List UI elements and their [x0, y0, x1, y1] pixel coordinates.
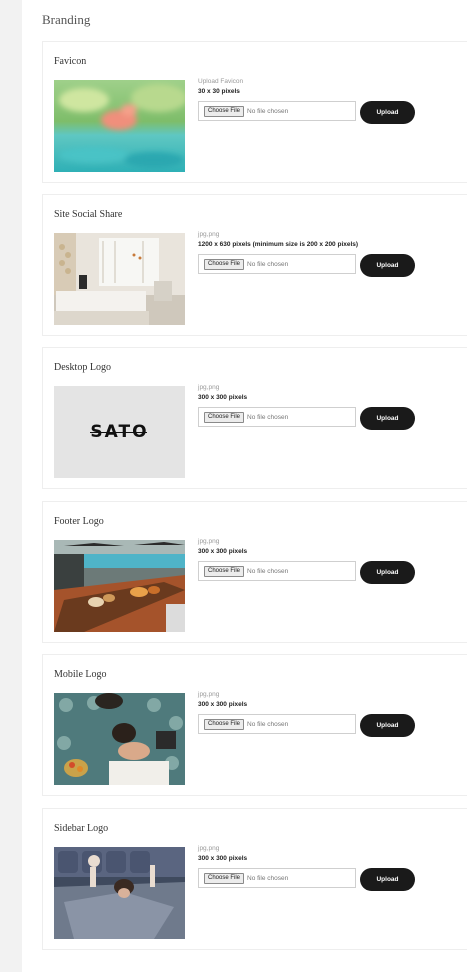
site-social-share-card: Site Social Share jpg,png 1200 x 630 pix… — [42, 194, 467, 336]
card-title: Favicon — [54, 56, 87, 67]
sidebar-logo-card: Sidebar Logo jpg,png 300 x 300 pixels Ch… — [42, 808, 467, 950]
choose-file-button[interactable]: Choose File — [204, 718, 245, 730]
favicon-preview-image — [54, 80, 185, 172]
upload-button[interactable]: Upload — [360, 561, 415, 584]
file-types-label: jpg,png — [198, 845, 220, 852]
no-file-text: No file chosen — [247, 107, 289, 115]
no-file-text: No file chosen — [247, 720, 289, 728]
mobile-logo-card: Mobile Logo jpg,png 300 x 300 pixels Cho… — [42, 654, 467, 796]
file-types-label: Upload Favicon — [198, 78, 244, 85]
upload-button[interactable]: Upload — [360, 101, 415, 124]
upload-button[interactable]: Upload — [360, 254, 415, 277]
file-types-label: jpg,png — [198, 384, 220, 391]
branding-panel: Branding Favicon Upload Favicon 30 x 30 … — [22, 0, 467, 972]
footer-logo-preview-image — [54, 540, 185, 632]
no-file-text: No file chosen — [247, 413, 289, 421]
dimensions-label: 300 x 300 pixels — [198, 394, 248, 401]
file-input[interactable]: Choose File No file chosen — [198, 101, 356, 121]
upload-button[interactable]: Upload — [360, 714, 415, 737]
favicon-card: Favicon Upload Favicon 30 x 30 pixels Ch… — [42, 41, 467, 183]
file-types-label: jpg,png — [198, 231, 220, 238]
choose-file-button[interactable]: Choose File — [204, 105, 245, 117]
card-title: Site Social Share — [54, 209, 123, 220]
mobile-logo-preview-image — [54, 693, 185, 785]
no-file-text: No file chosen — [247, 874, 289, 882]
desktop-logo-preview-image: SATO — [54, 386, 185, 478]
card-title: Sidebar Logo — [54, 823, 109, 834]
file-input[interactable]: Choose File No file chosen — [198, 714, 356, 734]
dimensions-label: 300 x 300 pixels — [198, 855, 248, 862]
upload-button[interactable]: Upload — [360, 407, 415, 430]
desktop-logo-card: Desktop Logo SATO jpg,png 300 x 300 pixe… — [42, 347, 467, 489]
choose-file-button[interactable]: Choose File — [204, 872, 245, 884]
choose-file-button[interactable]: Choose File — [204, 411, 245, 423]
choose-file-button[interactable]: Choose File — [204, 258, 245, 270]
sidebar-logo-preview-image — [54, 847, 185, 939]
card-title: Mobile Logo — [54, 669, 107, 680]
file-input[interactable]: Choose File No file chosen — [198, 254, 356, 274]
card-title: Desktop Logo — [54, 362, 111, 373]
file-input[interactable]: Choose File No file chosen — [198, 561, 356, 581]
dimensions-label: 30 x 30 pixels — [198, 88, 240, 95]
dimensions-label: 300 x 300 pixels — [198, 548, 248, 555]
file-input[interactable]: Choose File No file chosen — [198, 407, 356, 427]
no-file-text: No file chosen — [247, 567, 289, 575]
social-share-preview-image — [54, 233, 185, 325]
footer-logo-card: Footer Logo jpg,png 300 x 300 pixels Cho — [42, 501, 467, 643]
file-types-label: jpg,png — [198, 538, 220, 545]
dimensions-label: 300 x 300 pixels — [198, 701, 248, 708]
card-title: Footer Logo — [54, 516, 104, 527]
file-input[interactable]: Choose File No file chosen — [198, 868, 356, 888]
no-file-text: No file chosen — [247, 260, 289, 268]
choose-file-button[interactable]: Choose File — [204, 565, 245, 577]
file-types-label: jpg,png — [198, 691, 220, 698]
dimensions-label: 1200 x 630 pixels (minimum size is 200 x… — [198, 241, 359, 248]
upload-button[interactable]: Upload — [360, 868, 415, 891]
section-title: Branding — [42, 12, 91, 27]
